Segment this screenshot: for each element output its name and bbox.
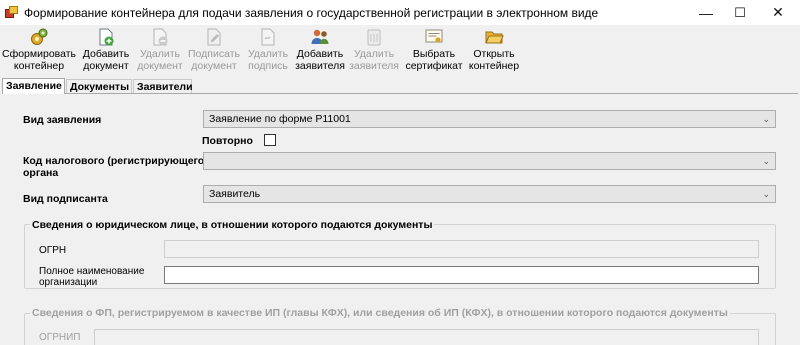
sign-document-button[interactable]: Подписать документ — [186, 25, 242, 76]
application-type-value: Заявление по форме Р11001 — [209, 113, 351, 125]
delete-document-button[interactable]: Удалить документ — [134, 25, 186, 76]
delete-signature-button[interactable]: Удалить подпись — [244, 25, 292, 76]
chevron-down-icon: ⌄ — [762, 114, 770, 124]
repeat-label: Повторно — [202, 135, 253, 147]
close-button[interactable]: ✕ — [758, 0, 798, 25]
full-name-field[interactable] — [164, 266, 759, 284]
add-document-button[interactable]: Добавить документ — [80, 25, 132, 76]
open-container-button[interactable]: Открыть контейнер — [466, 25, 522, 76]
tab-documents[interactable]: Документы — [66, 79, 132, 94]
delete-applicant-label: Удалить заявителя — [349, 48, 399, 72]
repeat-checkbox[interactable] — [264, 134, 276, 146]
delete-document-label: Удалить документ — [137, 48, 183, 72]
chevron-down-icon: ⌄ — [762, 156, 770, 166]
delete-applicant-button[interactable]: Удалить заявителя — [348, 25, 400, 76]
add-applicant-button[interactable]: Добавить заявителя — [294, 25, 346, 76]
window-title: Формирование контейнера для подачи заявл… — [24, 6, 599, 20]
select-certificate-button[interactable]: Выбрать сертификат — [404, 25, 464, 76]
users-add-icon — [310, 27, 330, 47]
toolbar: Сформировать контейнер Добавить документ… — [0, 25, 800, 76]
ogrn-label: ОГРН — [39, 245, 67, 256]
document-sign-icon — [204, 27, 224, 47]
application-panel: Вид заявления Заявление по форме Р11001 … — [2, 93, 798, 345]
open-container-label: Открыть контейнер — [468, 48, 520, 72]
trash-icon — [364, 27, 384, 47]
maximize-button[interactable]: ☐ — [720, 0, 760, 25]
signer-type-select[interactable]: Заявитель ⌄ — [203, 185, 776, 203]
tax-authority-label: Код налогового (регистрирующего) органа — [23, 155, 208, 179]
signature-delete-icon — [258, 27, 278, 47]
ip-group-title: Сведения о ФП, регистрируемом в качестве… — [30, 307, 730, 319]
document-add-icon — [96, 27, 116, 47]
tab-application[interactable]: Заявление — [2, 78, 65, 94]
ogrn-field[interactable] — [164, 240, 759, 258]
gears-icon — [29, 27, 49, 47]
title-bar: Формирование контейнера для подачи заявл… — [0, 0, 800, 25]
sign-document-label: Подписать документ — [188, 48, 240, 72]
tax-authority-select[interactable]: ⌄ — [203, 152, 776, 170]
tab-strip: Заявление Документы Заявители — [0, 78, 800, 94]
signer-type-label: Вид подписанта — [23, 193, 108, 205]
add-document-label: Добавить документ — [82, 48, 130, 72]
form-container-label: Сформировать контейнер — [2, 48, 77, 72]
signer-type-value: Заявитель — [209, 188, 261, 200]
document-delete-icon — [150, 27, 170, 47]
ogrnip-field[interactable] — [94, 329, 759, 345]
select-certificate-label: Выбрать сертификат — [405, 48, 463, 72]
chevron-down-icon: ⌄ — [762, 189, 770, 199]
certificate-icon — [424, 27, 444, 47]
folder-open-icon — [484, 27, 504, 47]
full-name-label: Полное наименование организации — [39, 266, 145, 288]
application-type-select[interactable]: Заявление по форме Р11001 ⌄ — [203, 110, 776, 128]
tab-applicants[interactable]: Заявители — [133, 79, 193, 94]
add-applicant-label: Добавить заявителя — [295, 48, 345, 72]
application-type-label: Вид заявления — [23, 114, 102, 126]
app-icon — [5, 6, 18, 19]
legal-entity-group-title: Сведения о юридическом лице, в отношении… — [30, 219, 435, 231]
ogrnip-label: ОГРНИП — [39, 332, 81, 343]
form-container-button[interactable]: Сформировать контейнер — [2, 25, 76, 76]
delete-signature-label: Удалить подпись — [247, 48, 289, 72]
